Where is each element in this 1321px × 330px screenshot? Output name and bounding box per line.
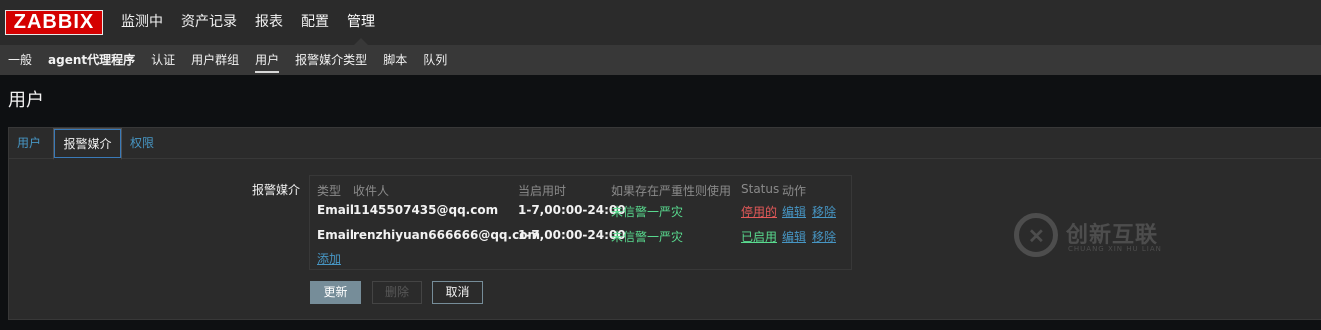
menu-reports[interactable]: 报表 <box>246 0 292 45</box>
watermark-x-icon: ✕ <box>1028 226 1045 248</box>
row1-status-toggle[interactable]: 停用的 <box>741 203 777 220</box>
submenu-proxies[interactable]: agent代理程序 <box>40 45 143 75</box>
row2-edit-link[interactable]: 编辑 <box>782 228 806 245</box>
row2-status-toggle[interactable]: 已启用 <box>741 228 777 245</box>
header-status: Status <box>741 182 780 196</box>
cancel-button[interactable]: 取消 <box>432 281 483 304</box>
submenu-authentication[interactable]: 认证 <box>143 45 183 75</box>
menu-inventory[interactable]: 资产记录 <box>172 0 246 45</box>
row2-when-active: 1-7,00:00-24:00 <box>518 228 626 242</box>
submenu-queue[interactable]: 队列 <box>415 45 455 75</box>
menu-configuration[interactable]: 配置 <box>292 0 338 45</box>
media-table: 类型 收件人 当启用时 如果存在严重性则使用 Status 动作 Email 1… <box>309 175 852 270</box>
row1-edit-link[interactable]: 编辑 <box>782 203 806 220</box>
tab-user[interactable]: 用户 <box>17 128 41 159</box>
update-button[interactable]: 更新 <box>310 281 361 304</box>
header-severity: 如果存在严重性则使用 <box>611 184 732 198</box>
tab-media[interactable]: 报警媒介 <box>53 128 122 160</box>
row1-remove-link[interactable]: 移除 <box>812 203 836 220</box>
add-media-link[interactable]: 添加 <box>317 250 341 267</box>
menu-administration[interactable]: 管理 <box>338 0 384 45</box>
tab-permissions[interactable]: 权限 <box>130 128 154 159</box>
form-tabs: 用户 报警媒介 权限 <box>9 128 1321 160</box>
row1-recipient: 1145507435@qq.com <box>353 203 499 217</box>
submenu-media-types[interactable]: 报警媒介类型 <box>287 45 375 75</box>
row2-recipient: renzhiyuan666666@qq.com <box>353 228 540 242</box>
header-recipient: 收件人 <box>353 184 390 198</box>
menu-monitoring[interactable]: 监测中 <box>112 0 172 45</box>
header-when-active: 当启用时 <box>518 184 567 198</box>
row1-type: Email <box>317 203 355 217</box>
delete-button[interactable]: 删除 <box>372 281 422 304</box>
submenu-scripts[interactable]: 脚本 <box>375 45 415 75</box>
zabbix-logo[interactable]: ZABBIX <box>5 10 103 35</box>
row2-severity: 未信警一严灾 <box>611 230 684 244</box>
submenu-general[interactable]: 一般 <box>0 45 40 75</box>
submenu-users[interactable]: 用户 <box>247 45 287 75</box>
sub-menu: 一般 agent代理程序 认证 用户群组 用户 报警媒介类型 脚本 队列 <box>0 45 1321 75</box>
page-title: 用户 <box>8 90 44 111</box>
row2-remove-link[interactable]: 移除 <box>812 228 836 245</box>
row1-severity: 未信警一严灾 <box>611 205 684 219</box>
watermark-english-text: CHUANG XIN HU LIAN <box>1068 245 1162 253</box>
header-action: 动作 <box>782 184 807 198</box>
row1-when-active: 1-7,00:00-24:00 <box>518 203 626 217</box>
row2-type: Email <box>317 228 355 242</box>
header-type: 类型 <box>317 184 342 198</box>
watermark-logo: ✕ 创新互联 CHUANG XIN HU LIAN <box>1014 210 1189 260</box>
main-menu: 监测中 资产记录 报表 配置 管理 <box>112 0 384 45</box>
media-field-label: 报警媒介 <box>252 183 301 197</box>
submenu-user-groups[interactable]: 用户群组 <box>183 45 247 75</box>
top-navigation: ZABBIX 监测中 资产记录 报表 配置 管理 <box>0 0 1321 45</box>
